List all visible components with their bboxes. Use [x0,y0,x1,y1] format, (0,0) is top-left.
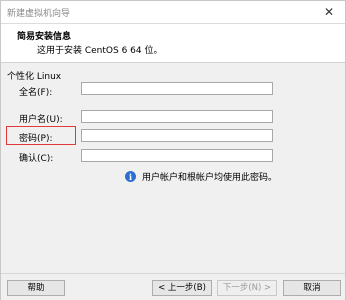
info-message: i 用户帐户和根帐户均使用此密码。 [125,170,277,183]
confirm-label: 确认(C): [19,154,54,164]
confirm-field[interactable] [81,149,273,162]
back-button[interactable]: < 上一步(B) [152,280,212,296]
password-field[interactable] [81,129,273,142]
help-button[interactable]: 帮助 [7,280,65,296]
username-label: 用户名(U): [19,115,63,125]
page-title: 简易安装信息 [17,32,72,42]
fullname-label: 全名(F): [19,88,53,98]
password-highlight-box [6,126,76,145]
close-icon[interactable]: ✕ [317,3,341,21]
page-subtitle: 这用于安装 CentOS 6 64 位。 [37,46,163,56]
username-field[interactable] [81,110,273,123]
group-label: 个性化 Linux [7,72,62,82]
wizard-header: 简易安装信息 这用于安装 CentOS 6 64 位。 [1,24,345,63]
title-bar: 新建虚拟机向导 ✕ [1,1,345,24]
info-text: 用户帐户和根帐户均使用此密码。 [142,173,278,183]
fullname-field[interactable] [81,82,273,95]
next-button[interactable]: 下一步(N) > [217,280,277,296]
cancel-button[interactable]: 取消 [283,280,341,296]
wizard-window: 新建虚拟机向导 ✕ 简易安装信息 这用于安装 CentOS 6 64 位。 个性… [0,0,346,300]
info-icon: i [125,171,136,182]
window-title: 新建虚拟机向导 [7,9,71,19]
